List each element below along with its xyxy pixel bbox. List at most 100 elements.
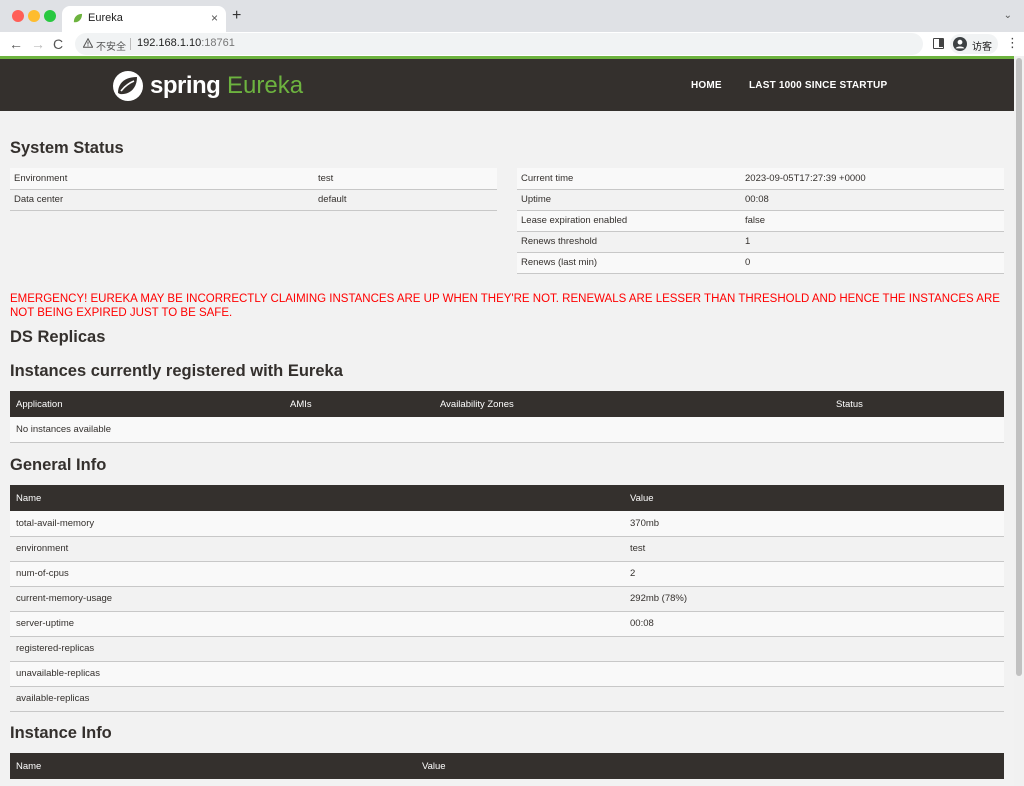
table-row: server-uptime 00:08 — [10, 611, 1004, 637]
info-value: 2 — [624, 561, 1004, 587]
nav-link-last-1000[interactable]: LAST 1000 SINCE STARTUP — [749, 80, 887, 91]
warning-triangle-icon[interactable] — [83, 38, 93, 48]
forward-arrow-icon[interactable]: → — [31, 36, 45, 52]
side-panel-icon[interactable] — [933, 38, 944, 49]
status-value: default — [314, 189, 497, 211]
info-name: current-memory-usage — [10, 586, 624, 612]
column-header: Availability Zones — [434, 391, 830, 417]
info-name: total-avail-memory — [10, 511, 624, 537]
column-header: Value — [416, 753, 1004, 779]
reload-icon[interactable]: C — [53, 36, 63, 52]
table-row: num-of-cpus 2 — [10, 561, 1004, 587]
table-row: Renews threshold 1 — [517, 231, 1004, 253]
instance-info-table: Name Value — [10, 753, 1004, 779]
table-header-row: Name Value — [10, 753, 1004, 779]
profile-label: 访客 — [972, 42, 992, 53]
security-status-label[interactable]: 不安全 — [96, 38, 126, 53]
status-key: Renews (last min) — [517, 252, 741, 274]
minimize-window-button[interactable] — [28, 10, 40, 22]
table-header-row: Application AMIs Availability Zones Stat… — [10, 391, 1004, 417]
profile-button[interactable]: 访客 — [950, 34, 998, 54]
table-row: registered-replicas — [10, 636, 1004, 662]
general-info-table: Name Value total-avail-memory 370mb envi… — [10, 485, 1004, 712]
info-value: test — [624, 536, 1004, 562]
instances-heading: Instances currently registered with Eure… — [10, 362, 343, 380]
table-row: Renews (last min) 0 — [517, 252, 1004, 274]
tab-close-icon[interactable]: × — [211, 10, 218, 26]
status-value: 1 — [741, 231, 1004, 253]
status-key: Environment — [10, 168, 314, 190]
status-value: 2023-09-05T17:27:39 +0000 — [741, 168, 1004, 190]
url-host: 192.168.1.10 — [137, 37, 202, 49]
browser-titlebar: Eureka × + ⌄ — [0, 0, 1024, 32]
info-name: num-of-cpus — [10, 561, 624, 587]
column-header: Status — [830, 391, 1004, 417]
status-key: Lease expiration enabled — [517, 210, 741, 232]
browser-menu-icon[interactable]: ⋮ — [1006, 36, 1019, 50]
url-text[interactable]: 192.168.1.10:18761 — [137, 37, 235, 49]
system-status-heading: System Status — [10, 139, 124, 157]
status-value: test — [314, 168, 497, 190]
new-tab-button[interactable]: + — [232, 7, 241, 25]
info-name: available-replicas — [10, 686, 624, 712]
back-arrow-icon[interactable]: ← — [9, 36, 23, 52]
table-row: current-memory-usage 292mb (78%) — [10, 586, 1004, 612]
table-row: No instances available — [10, 417, 1004, 443]
table-row: Uptime 00:08 — [517, 189, 1004, 211]
table-row: Lease expiration enabled false — [517, 210, 1004, 232]
info-value — [624, 636, 1004, 662]
omnibox-divider — [130, 38, 131, 50]
table-row: unavailable-replicas — [10, 661, 1004, 687]
info-value — [624, 661, 1004, 687]
table-row: environment test — [10, 536, 1004, 562]
info-name: unavailable-replicas — [10, 661, 624, 687]
nav-link-home[interactable]: HOME — [691, 80, 722, 91]
column-header: Application — [10, 391, 284, 417]
browser-tab[interactable]: Eureka × — [62, 6, 226, 32]
status-value: false — [741, 210, 1004, 232]
spring-logo-icon — [113, 71, 143, 101]
status-value: 00:08 — [741, 189, 1004, 211]
page-scrollbar[interactable] — [1014, 56, 1024, 786]
empty-message: No instances available — [10, 417, 1004, 443]
page-content: spring Eureka HOME LAST 1000 SINCE START… — [0, 56, 1014, 786]
brand-spring-text: spring — [150, 72, 221, 99]
emergency-warning: EMERGENCY! EUREKA MAY BE INCORRECTLY CLA… — [10, 293, 1000, 319]
brand-eureka-text: Eureka — [227, 72, 304, 99]
close-window-button[interactable] — [12, 10, 24, 22]
tab-title: Eureka — [88, 12, 123, 24]
system-status-left-table: Environment test Data center default — [10, 168, 497, 211]
column-header: Value — [624, 485, 1004, 511]
spring-leaf-icon — [73, 13, 83, 23]
browser-toolbar: ← → C 不安全 192.168.1.10:18761 访客 ⋮ — [0, 32, 1024, 56]
maximize-window-button[interactable] — [44, 10, 56, 22]
info-name: registered-replicas — [10, 636, 624, 662]
url-port: :18761 — [201, 37, 235, 49]
status-key: Data center — [10, 189, 314, 211]
column-header: Name — [10, 485, 624, 511]
status-key: Renews threshold — [517, 231, 741, 253]
navbar: spring Eureka HOME LAST 1000 SINCE START… — [0, 59, 1014, 111]
tab-search-chevron-icon[interactable]: ⌄ — [1004, 10, 1012, 21]
table-row: Data center default — [10, 189, 497, 211]
ds-replicas-heading: DS Replicas — [10, 328, 106, 346]
general-info-heading: General Info — [10, 456, 107, 474]
column-header: AMIs — [284, 391, 434, 417]
info-name: server-uptime — [10, 611, 624, 637]
info-value — [624, 686, 1004, 712]
instances-table: Application AMIs Availability Zones Stat… — [10, 391, 1004, 443]
scrollbar-thumb[interactable] — [1016, 58, 1022, 676]
instance-info-heading: Instance Info — [10, 724, 112, 742]
info-value: 370mb — [624, 511, 1004, 537]
system-status-right-table: Current time 2023-09-05T17:27:39 +0000 U… — [517, 168, 1004, 274]
table-header-row: Name Value — [10, 485, 1004, 511]
status-key: Current time — [517, 168, 741, 190]
info-value: 292mb (78%) — [624, 586, 1004, 612]
info-value: 00:08 — [624, 611, 1004, 637]
guest-avatar-icon — [953, 37, 967, 51]
status-key: Uptime — [517, 189, 741, 211]
status-value: 0 — [741, 252, 1004, 274]
table-row: Environment test — [10, 168, 497, 190]
address-bar[interactable]: 不安全 192.168.1.10:18761 — [75, 33, 923, 55]
brand-logo[interactable]: spring Eureka — [112, 69, 312, 103]
